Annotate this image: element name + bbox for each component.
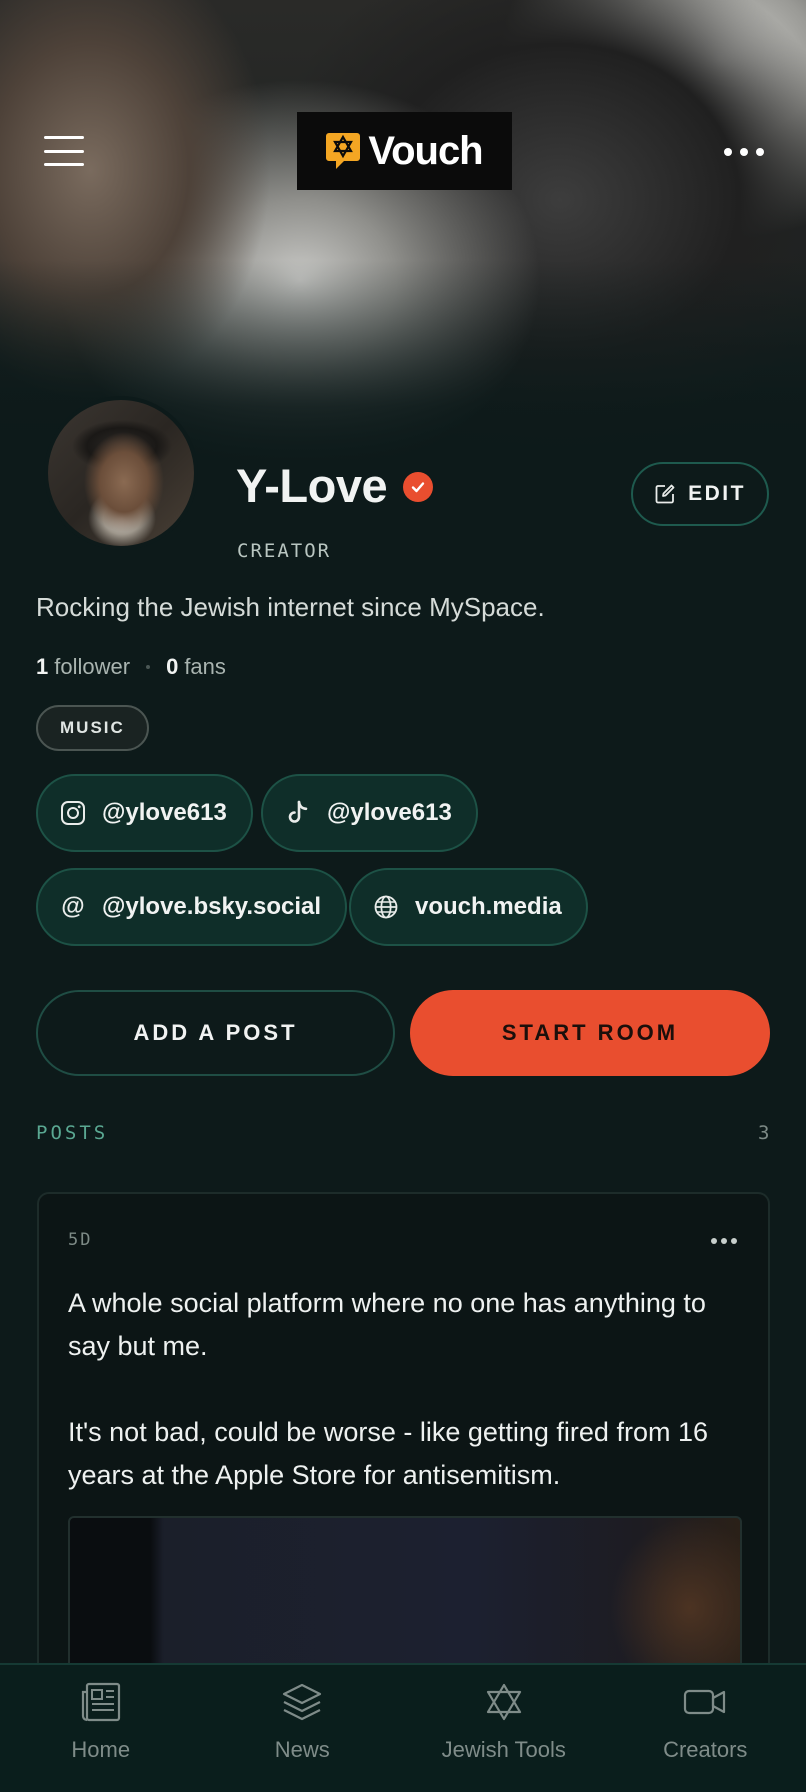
posts-count: 3	[758, 1122, 770, 1144]
followers-count: 1	[36, 654, 49, 679]
profile-page: Vouch Y-Love CREATOR EDIT Rocking the Je…	[0, 0, 806, 1792]
social-label: @ylove.bsky.social	[102, 893, 322, 920]
social-link-instagram[interactable]: @ylove613	[36, 774, 253, 852]
post-paragraph: A whole social platform where no one has…	[68, 1288, 706, 1361]
nav-label: Home	[71, 1737, 131, 1762]
fans-label[interactable]: fans	[184, 654, 226, 680]
nav-label: Jewish Tools	[441, 1737, 566, 1762]
more-horizontal-icon[interactable]	[724, 140, 764, 164]
category-tag[interactable]: MUSIC	[36, 705, 149, 751]
vouch-logo-icon	[326, 133, 361, 169]
social-link-tiktok[interactable]: @ylove613	[261, 774, 478, 852]
logo-text: Vouch	[368, 128, 483, 173]
bottom-nav: Home News Jewish Tools Creators	[0, 1663, 806, 1792]
at-sign-icon: @	[61, 893, 85, 920]
nav-label: Creators	[663, 1737, 748, 1762]
nav-label: News	[274, 1737, 330, 1762]
hamburger-menu-icon[interactable]	[44, 136, 84, 166]
edit-icon	[655, 484, 675, 504]
instagram-icon	[60, 800, 86, 826]
fans-count: 0	[166, 654, 179, 679]
followers-label[interactable]: follower	[54, 654, 130, 680]
edit-label: EDIT	[688, 482, 746, 505]
avatar[interactable]	[44, 396, 198, 550]
nav-item-home[interactable]: Home	[0, 1665, 202, 1792]
nav-item-news[interactable]: News	[202, 1665, 404, 1792]
stats-separator	[146, 665, 151, 669]
social-link-website[interactable]: vouch.media	[349, 868, 588, 946]
profile-bio: Rocking the Jewish internet since MySpac…	[36, 592, 545, 622]
profile-name: Y-Love	[236, 459, 388, 512]
social-link-bluesky[interactable]: @ @ylove.bsky.social	[36, 868, 348, 946]
video-camera-icon	[683, 1681, 727, 1723]
add-post-button[interactable]: ADD A POST	[36, 990, 395, 1076]
star-of-david-icon	[482, 1681, 526, 1723]
social-label: @ylove613	[102, 799, 227, 826]
layers-icon	[280, 1681, 324, 1723]
globe-icon	[373, 894, 399, 920]
newspaper-icon	[79, 1681, 123, 1723]
nav-item-jewish-tools[interactable]: Jewish Tools	[403, 1665, 605, 1792]
posts-section-title: POSTS	[36, 1122, 109, 1144]
post-timestamp: 5D	[68, 1230, 93, 1250]
tiktok-icon	[285, 800, 311, 826]
nav-item-creators[interactable]: Creators	[605, 1665, 806, 1792]
social-label: vouch.media	[415, 893, 562, 920]
verified-badge-icon	[403, 472, 433, 502]
profile-stats: 1 follower 0 fans	[36, 654, 226, 680]
vouch-logo[interactable]: Vouch	[297, 112, 512, 190]
start-room-button[interactable]: START ROOM	[410, 990, 770, 1076]
post-paragraph: It's not bad, could be worse - like gett…	[68, 1417, 708, 1490]
social-label: @ylove613	[327, 799, 452, 826]
post-body: A whole social platform where no one has…	[68, 1282, 748, 1540]
edit-profile-button[interactable]: EDIT	[631, 462, 769, 526]
role-label: CREATOR	[237, 540, 332, 562]
post-more-icon[interactable]	[711, 1238, 737, 1246]
